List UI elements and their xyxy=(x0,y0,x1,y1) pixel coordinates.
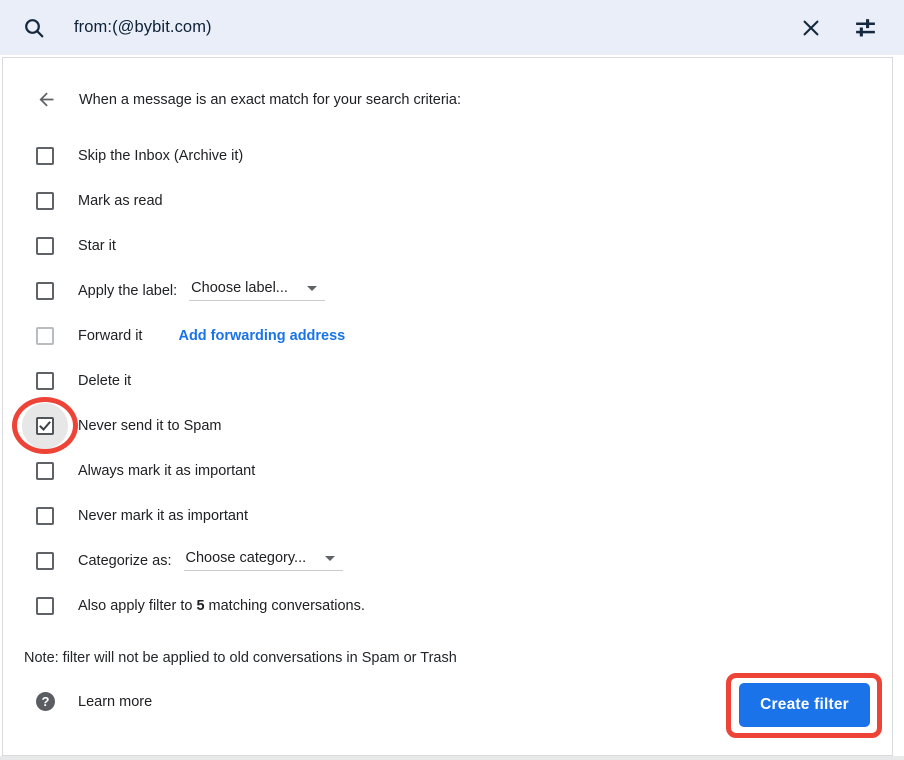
checkbox-always-important[interactable] xyxy=(36,462,54,480)
learn-more-label: Learn more xyxy=(78,694,152,710)
row-label: Skip the Inbox (Archive it) xyxy=(78,148,243,164)
row-label: Mark as read xyxy=(78,193,163,209)
row-label: Apply the label: xyxy=(78,283,177,299)
checkbox-mark-read[interactable] xyxy=(36,192,54,210)
choose-category-dropdown[interactable]: Choose category... xyxy=(184,550,344,571)
checkmark-icon xyxy=(38,419,52,433)
row-apply-label: Apply the label: Choose label... xyxy=(3,268,892,313)
matching-count: 5 xyxy=(196,598,204,614)
checkbox-categorize[interactable] xyxy=(36,552,54,570)
checkbox-star[interactable] xyxy=(36,237,54,255)
row-label: Never send it to Spam xyxy=(78,418,221,434)
dialog-title: When a message is an exact match for you… xyxy=(79,92,461,108)
row-never-important: Never mark it as important xyxy=(3,493,892,538)
help-icon: ? xyxy=(36,692,55,711)
row-never-spam: Never send it to Spam xyxy=(3,403,892,448)
checkbox-forward[interactable] xyxy=(36,327,54,345)
row-label: Never mark it as important xyxy=(78,508,248,524)
bottom-edge-strip xyxy=(0,756,904,760)
row-label-suffix: matching conversations. xyxy=(209,598,365,614)
row-skip-inbox: Skip the Inbox (Archive it) xyxy=(3,133,892,178)
search-bar: from:(@bybit.com) xyxy=(0,0,904,55)
learn-more-link[interactable]: ? Learn more xyxy=(36,692,152,711)
row-label: Delete it xyxy=(78,373,131,389)
checkbox-skip-inbox[interactable] xyxy=(36,147,54,165)
checkbox-delete[interactable] xyxy=(36,372,54,390)
choose-label-dropdown[interactable]: Choose label... xyxy=(189,280,325,301)
checkbox-apply-existing[interactable] xyxy=(36,597,54,615)
search-input[interactable]: from:(@bybit.com) xyxy=(74,18,212,37)
row-forward-it: Forward it Add forwarding address xyxy=(3,313,892,358)
checkbox-never-spam[interactable] xyxy=(36,417,54,435)
dialog-header: When a message is an exact match for you… xyxy=(36,89,461,110)
search-options-icon[interactable] xyxy=(853,15,878,40)
checkbox-apply-label[interactable] xyxy=(36,282,54,300)
row-mark-read: Mark as read xyxy=(3,178,892,223)
note-text: Note: filter will not be applied to old … xyxy=(24,650,457,666)
add-forwarding-address-link[interactable]: Add forwarding address xyxy=(178,328,345,344)
row-categorize-as: Categorize as: Choose category... xyxy=(3,538,892,583)
dropdown-arrow-icon xyxy=(325,556,335,561)
row-always-important: Always mark it as important xyxy=(3,448,892,493)
row-delete-it: Delete it xyxy=(3,358,892,403)
filter-options-panel: When a message is an exact match for you… xyxy=(2,57,893,756)
checkbox-never-important[interactable] xyxy=(36,507,54,525)
dropdown-value: Choose category... xyxy=(186,550,307,566)
row-label: Always mark it as important xyxy=(78,463,255,479)
filter-action-rows: Skip the Inbox (Archive it) Mark as read… xyxy=(3,133,892,628)
back-arrow-icon[interactable] xyxy=(36,89,57,110)
row-star-it: Star it xyxy=(3,223,892,268)
create-filter-button[interactable]: Create filter xyxy=(739,683,870,727)
search-icon[interactable] xyxy=(22,16,46,40)
row-apply-to-existing: Also apply filter to 5 matching conversa… xyxy=(3,583,892,628)
dropdown-value: Choose label... xyxy=(191,280,288,296)
dropdown-arrow-icon xyxy=(307,286,317,291)
row-label: Categorize as: xyxy=(78,553,172,569)
row-label: Forward it xyxy=(78,328,142,344)
row-label: Star it xyxy=(78,238,116,254)
clear-search-icon[interactable] xyxy=(800,17,822,39)
row-label-prefix: Also apply filter to xyxy=(78,598,192,614)
